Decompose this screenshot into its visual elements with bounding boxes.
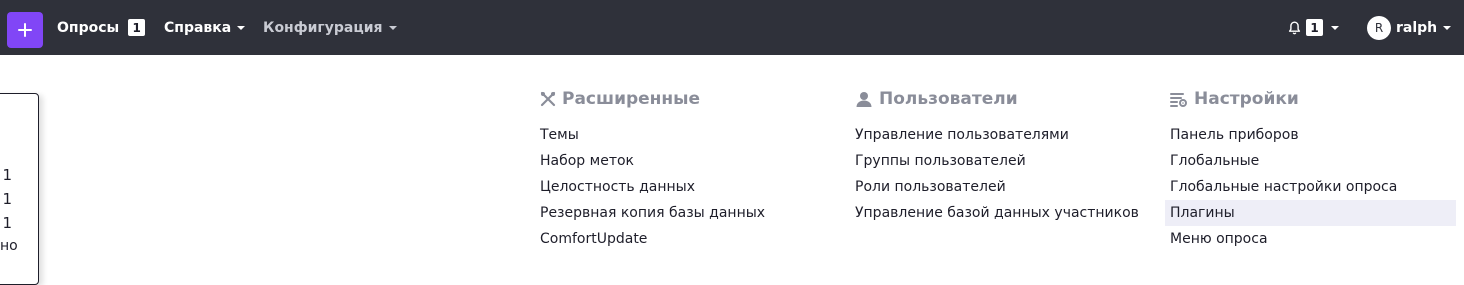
username: ralph xyxy=(1396,19,1438,36)
bell-icon xyxy=(1288,21,1301,34)
chevron-down-icon xyxy=(388,25,397,30)
chevron-down-icon xyxy=(1443,25,1452,30)
card-value: 1 xyxy=(2,214,12,232)
menu-item-plugins[interactable]: Плагины xyxy=(1165,200,1456,226)
add-button[interactable] xyxy=(7,12,43,48)
card-value: 1 xyxy=(2,190,12,208)
plus-icon xyxy=(18,23,32,37)
menu-column-users: Пользователи Управление пользователями Г… xyxy=(855,86,1139,221)
menu-item-global-survey-settings[interactable]: Глобальные настройки опроса xyxy=(1170,174,1456,200)
nav-surveys[interactable]: Опросы 1 xyxy=(57,0,146,55)
nav-help[interactable]: Справка xyxy=(164,0,246,55)
menu-item-user-management[interactable]: Управление пользователями xyxy=(855,122,1139,148)
nav-configuration[interactable]: Конфигурация xyxy=(263,0,397,55)
menu-item-comfortupdate[interactable]: ComfortUpdate xyxy=(540,226,765,252)
nav-help-label: Справка xyxy=(164,19,232,36)
top-navbar: Опросы 1 Справка Конфигурация 1 R ralph xyxy=(0,0,1464,55)
nav-surveys-label: Опросы xyxy=(57,19,120,36)
menu-item-participant-db[interactable]: Управление базой данных участников xyxy=(855,200,1139,226)
background-card xyxy=(0,93,39,285)
menu-list: Панель приборов Глобальные Глобальные на… xyxy=(1165,122,1456,252)
menu-column-settings: Настройки Панель приборов Глобальные Гло… xyxy=(1165,86,1456,247)
menu-item-user-groups[interactable]: Группы пользователей xyxy=(855,148,1139,174)
menu-column-advanced: Расширенные Темы Набор меток Целостность… xyxy=(540,86,765,247)
column-heading: Пользователи xyxy=(855,86,1018,112)
chevron-down-icon xyxy=(1331,25,1339,30)
column-heading: Расширенные xyxy=(540,86,700,112)
tools-icon xyxy=(540,91,556,107)
notifications-count-badge: 1 xyxy=(1306,19,1323,36)
menu-list: Темы Набор меток Целостность данных Резе… xyxy=(540,122,765,252)
user-menu[interactable]: R ralph xyxy=(1367,0,1452,55)
menu-item-global[interactable]: Глобальные xyxy=(1170,148,1456,174)
card-value: 1 xyxy=(2,166,12,184)
column-title: Настройки xyxy=(1194,89,1299,109)
surveys-count-badge: 1 xyxy=(128,19,146,36)
menu-item-themes[interactable]: Темы xyxy=(540,122,765,148)
column-heading: Настройки xyxy=(1170,86,1299,112)
notifications-button[interactable]: 1 xyxy=(1288,0,1339,55)
column-title: Пользователи xyxy=(879,89,1018,109)
menu-item-survey-menu[interactable]: Меню опроса xyxy=(1170,226,1456,252)
settings-list-icon xyxy=(1170,93,1187,107)
user-icon xyxy=(856,92,872,107)
column-title: Расширенные xyxy=(562,89,701,109)
menu-list: Управление пользователями Группы пользов… xyxy=(855,122,1139,226)
menu-item-label-sets[interactable]: Набор меток xyxy=(540,148,765,174)
menu-item-dashboard[interactable]: Панель приборов xyxy=(1170,122,1456,148)
nav-configuration-label: Конфигурация xyxy=(263,19,383,36)
avatar: R xyxy=(1367,15,1391,40)
chevron-down-icon xyxy=(237,25,246,30)
card-text-fragment: но xyxy=(0,238,18,254)
menu-item-data-integrity[interactable]: Целостность данных xyxy=(540,174,765,200)
menu-item-db-backup[interactable]: Резервная копия базы данных xyxy=(540,200,765,226)
menu-item-user-roles[interactable]: Роли пользователей xyxy=(855,174,1139,200)
